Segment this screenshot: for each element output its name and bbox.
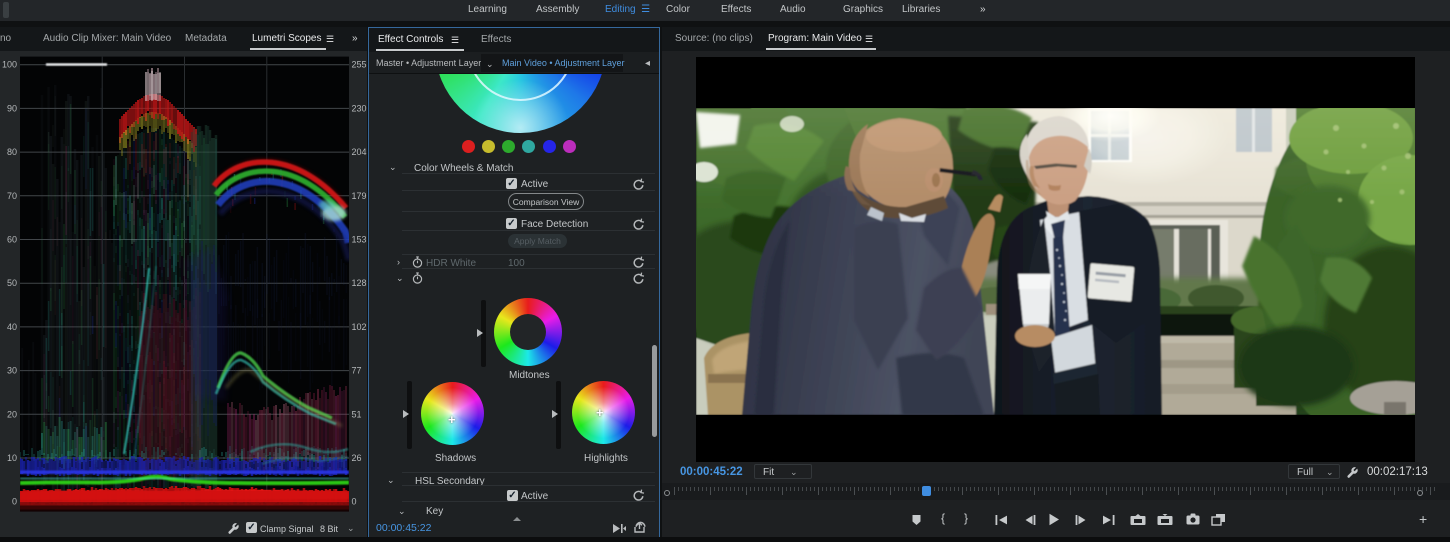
svg-text:100: 100 xyxy=(2,60,17,70)
svg-text:30: 30 xyxy=(7,366,17,376)
svg-text:90: 90 xyxy=(7,103,17,113)
svg-text:255: 255 xyxy=(352,60,367,70)
svg-text:128: 128 xyxy=(352,278,367,288)
svg-text:204: 204 xyxy=(352,147,367,157)
svg-text:50: 50 xyxy=(7,278,17,288)
svg-text:60: 60 xyxy=(7,235,17,245)
svg-text:102: 102 xyxy=(352,322,367,332)
svg-text:153: 153 xyxy=(352,235,367,245)
svg-text:40: 40 xyxy=(7,322,17,332)
svg-text:179: 179 xyxy=(352,191,367,201)
svg-text:26: 26 xyxy=(352,453,362,463)
svg-text:51: 51 xyxy=(352,409,362,419)
svg-text:0: 0 xyxy=(12,497,17,507)
svg-text:10: 10 xyxy=(7,453,17,463)
svg-text:0: 0 xyxy=(352,497,357,507)
svg-text:230: 230 xyxy=(352,103,367,113)
svg-text:80: 80 xyxy=(7,147,17,157)
svg-text:20: 20 xyxy=(7,409,17,419)
svg-text:70: 70 xyxy=(7,191,17,201)
svg-text:77: 77 xyxy=(352,366,362,376)
